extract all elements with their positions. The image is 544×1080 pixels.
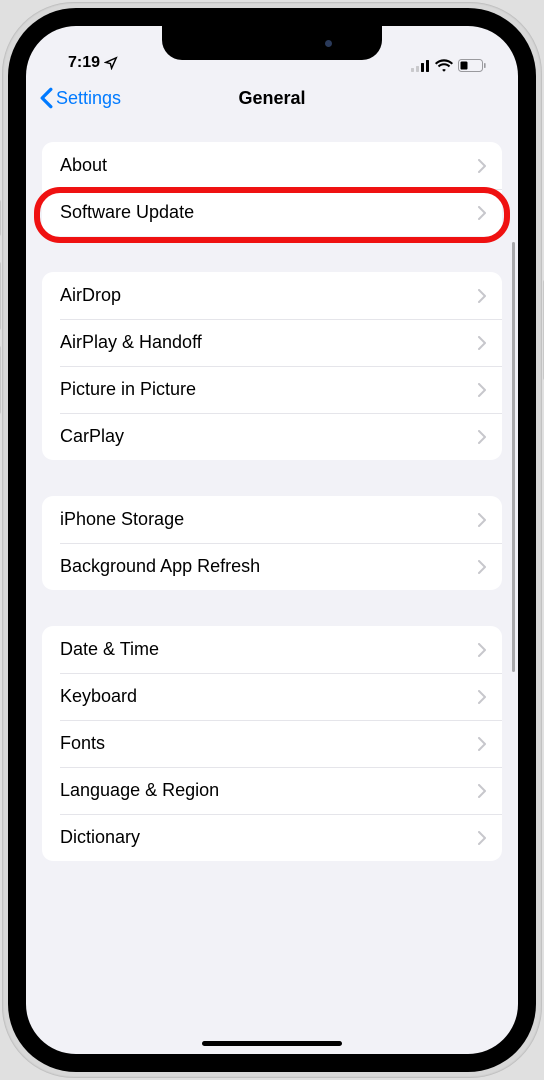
row-language-region[interactable]: Language & Region [42,767,502,814]
chevron-right-icon [478,383,486,397]
row-label: Keyboard [60,686,137,707]
chevron-right-icon [478,289,486,303]
chevron-right-icon [478,831,486,845]
volume-down-button [0,346,1,414]
phone-bezel: 7:19 [8,8,536,1072]
status-time: 7:19 [68,54,100,72]
scroll-indicator[interactable] [512,242,515,672]
wifi-icon [435,59,453,72]
page-title: General [238,88,305,109]
row-airdrop[interactable]: AirDrop [42,272,502,319]
chevron-right-icon [478,159,486,173]
row-airplay-handoff[interactable]: AirPlay & Handoff [42,319,502,366]
chevron-left-icon [40,87,53,109]
settings-group: iPhone Storage Background App Refresh [42,496,502,590]
settings-group: About Software Update [42,142,502,236]
row-label: CarPlay [60,426,124,447]
settings-group: Date & Time Keyboard Fonts Language & Regio… [42,626,502,861]
row-about[interactable]: About [42,142,502,189]
row-label: AirPlay & Handoff [60,332,202,353]
chevron-right-icon [478,784,486,798]
location-arrow-icon [104,56,118,70]
row-date-time[interactable]: Date & Time [42,626,502,673]
chevron-right-icon [478,513,486,527]
settings-group: AirDrop AirPlay & Handoff Picture in Pictu… [42,272,502,460]
chevron-right-icon [478,737,486,751]
nav-header: Settings General [26,74,518,122]
chevron-right-icon [478,690,486,704]
row-label: Picture in Picture [60,379,196,400]
row-dictionary[interactable]: Dictionary [42,814,502,861]
volume-up-button [0,262,1,330]
row-software-update[interactable]: Software Update [42,189,502,236]
row-picture-in-picture[interactable]: Picture in Picture [42,366,502,413]
chevron-right-icon [478,560,486,574]
chevron-right-icon [478,336,486,350]
row-label: Dictionary [60,827,140,848]
cellular-icon [411,60,430,72]
row-background-app-refresh[interactable]: Background App Refresh [42,543,502,590]
row-label: iPhone Storage [60,509,184,530]
back-button[interactable]: Settings [40,87,121,109]
row-iphone-storage[interactable]: iPhone Storage [42,496,502,543]
settings-content[interactable]: About Software Update AirDrop AirPlay & Han… [26,122,518,1054]
row-keyboard[interactable]: Keyboard [42,673,502,720]
row-label: Background App Refresh [60,556,260,577]
row-carplay[interactable]: CarPlay [42,413,502,460]
chevron-right-icon [478,206,486,220]
phone-frame: 7:19 [2,2,542,1078]
row-label: Language & Region [60,780,219,801]
notch [162,26,382,60]
row-fonts[interactable]: Fonts [42,720,502,767]
screen: 7:19 [26,26,518,1054]
back-label: Settings [56,88,121,109]
camera-dot [325,40,332,47]
row-label: Software Update [60,202,194,223]
row-label: Date & Time [60,639,159,660]
row-label: About [60,155,107,176]
chevron-right-icon [478,643,486,657]
battery-icon [458,59,486,72]
chevron-right-icon [478,430,486,444]
mute-switch [0,200,1,236]
row-label: AirDrop [60,285,121,306]
row-label: Fonts [60,733,105,754]
home-indicator[interactable] [202,1041,342,1046]
